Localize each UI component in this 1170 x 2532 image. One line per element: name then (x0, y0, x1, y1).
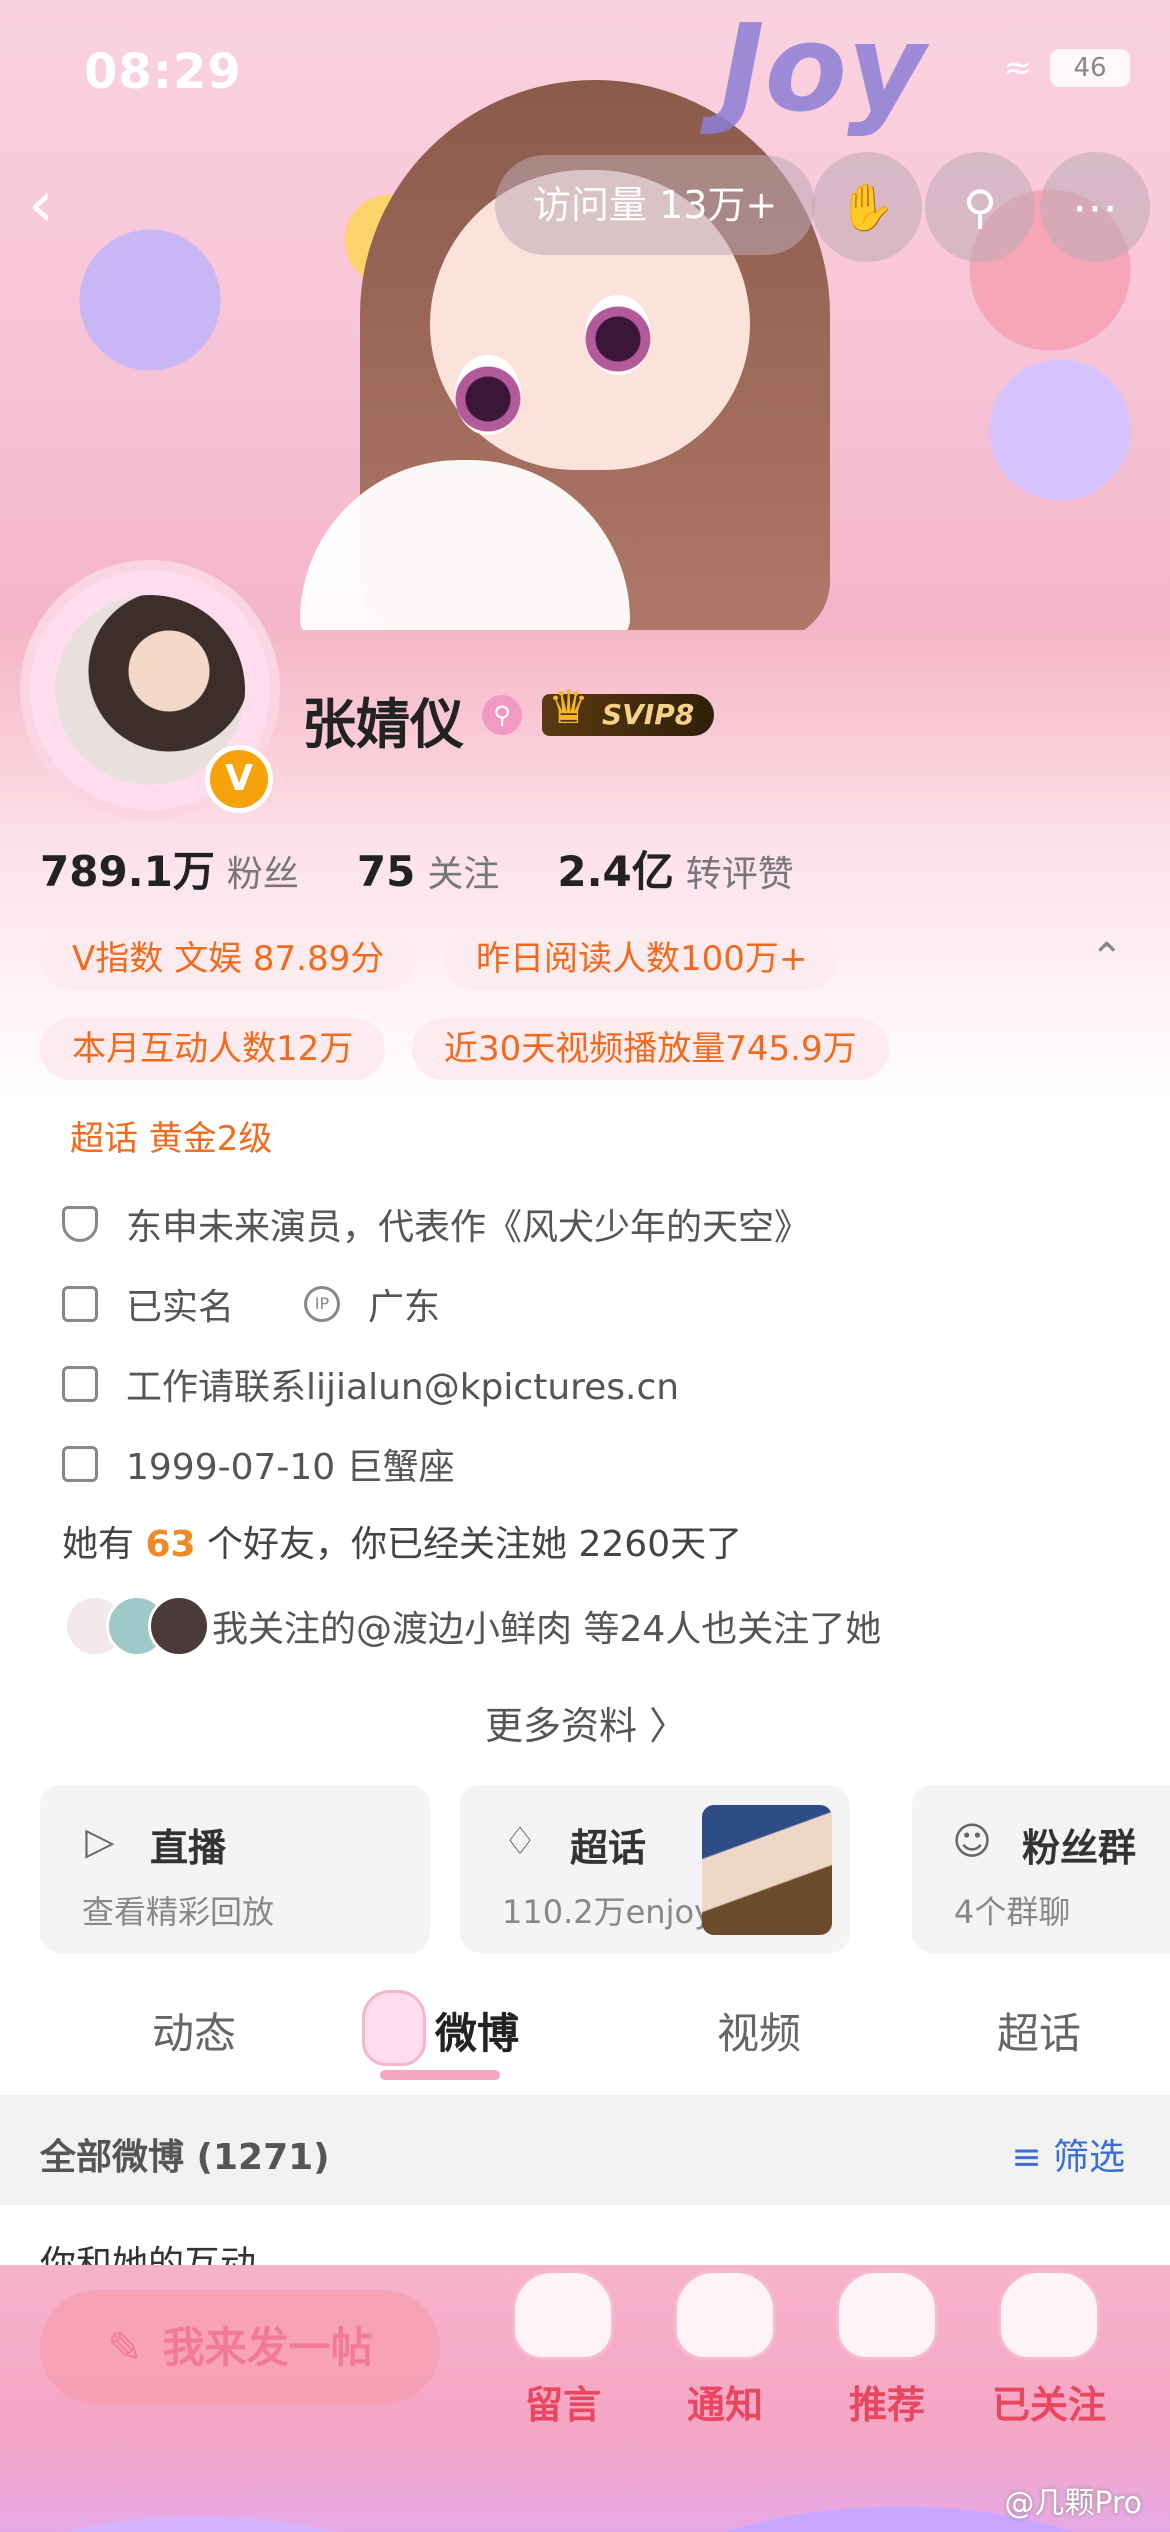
bunny-icon (362, 1990, 426, 2066)
tab-video[interactable]: 视频 (717, 2000, 801, 2061)
gift-button[interactable]: ✋ (812, 152, 922, 262)
calendar-icon (62, 1446, 98, 1482)
wifi-icon: ≈ (1003, 48, 1033, 88)
status-time: 08:29 (84, 44, 242, 100)
bottom-followed-button[interactable]: 已关注 (974, 2270, 1124, 2429)
hand-icon: ✋ (838, 179, 896, 234)
pencil-icon: ✎ (107, 2323, 143, 2372)
supertopic-thumbnail (702, 1805, 832, 1935)
chip-supertopic-level[interactable]: 超话 黄金2级 (40, 1108, 302, 1170)
status-indicators: ≈ 46 (1003, 48, 1130, 88)
tab-weibo[interactable]: 微博 (435, 2000, 519, 2061)
more-info-link[interactable]: 更多资料 〉 (485, 1695, 687, 1750)
chip-video-plays[interactable]: 近30天视频播放量745.9万 (412, 1018, 889, 1080)
collapse-chevron-icon[interactable]: ⌃ (1090, 935, 1124, 981)
notify-bunny-icon (674, 2270, 776, 2360)
search-badge-icon[interactable]: ⚲ (482, 695, 522, 735)
id-card-icon (62, 1286, 98, 1322)
search-icon: ⚲ (963, 180, 997, 234)
bottom-notify-button[interactable]: 通知 (650, 2270, 800, 2429)
filter-button[interactable]: ≡ 筛选 (1011, 2128, 1125, 2180)
battery-indicator: 46 (1050, 49, 1130, 87)
stat-followers[interactable]: 789.1万 粉丝 (40, 838, 299, 899)
cover-eye (455, 355, 521, 435)
post-button[interactable]: ✎ 我来发一帖 (40, 2290, 440, 2405)
more-button[interactable]: ⋯ (1040, 152, 1150, 262)
username: 张婧仪 (302, 693, 464, 756)
bottom-message-button[interactable]: 留言 (488, 2270, 638, 2429)
mutual-followers[interactable]: 我关注的@渡边小鲜肉 等24人也关注了她 (212, 1600, 881, 1652)
tab-underline (380, 2070, 500, 2080)
stat-following[interactable]: 75 关注 (357, 845, 499, 897)
chip-yesterday-readers[interactable]: 昨日阅读人数100万+ (444, 928, 840, 990)
recommend-bunny-icon (836, 2270, 938, 2360)
cover-eye (585, 295, 651, 375)
filter-icon: ≡ (1011, 2137, 1042, 2178)
tab-activity[interactable]: 动态 (152, 2000, 236, 2061)
visits-counter[interactable]: 访问量 13万+ (495, 155, 816, 255)
card-live[interactable]: ▷ 直播 查看精彩回放 (40, 1785, 430, 1953)
info-birthday: 1999-07-10 巨蟹座 (62, 1438, 455, 1490)
stat-engagement[interactable]: 2.4亿 转评赞 (557, 838, 793, 899)
group-icon: ☺ (952, 1819, 992, 1863)
bottom-recommend-button[interactable]: 推荐 (812, 2270, 962, 2429)
watermark: @几颗Pro (1004, 2486, 1142, 2521)
card-fan-group[interactable]: ☺ 粉丝群 4个群聊 (912, 1785, 1170, 1953)
shield-icon (62, 1206, 98, 1242)
stats-row: 789.1万 粉丝 75 关注 2.4亿 转评赞 (40, 838, 794, 899)
verified-badge: V (205, 745, 273, 813)
tab-supertopic[interactable]: 超话 (997, 2000, 1081, 2061)
tv-icon: ▷ (85, 1819, 115, 1863)
followed-bunny-icon (998, 2270, 1100, 2360)
friends-summary[interactable]: 她有 63 个好友，你已经关注她 2260天了 (62, 1515, 742, 1567)
info-contact[interactable]: 工作请联系lijialun@kpictures.cn (62, 1358, 679, 1410)
cover-logo: Joy (720, 0, 926, 139)
document-icon (62, 1366, 98, 1402)
chip-v-index[interactable]: V指数 文娱 87.89分 (40, 928, 417, 990)
chevron-left-icon: ‹ (28, 168, 54, 242)
chip-monthly-interactions[interactable]: 本月互动人数12万 (40, 1018, 386, 1080)
mutual-avatar (148, 1595, 210, 1657)
card-supertopic[interactable]: ♢ 超话 110.2万enjoy (460, 1785, 850, 1953)
info-agency: 东申未来演员，代表作《风犬少年的天空》 (62, 1198, 810, 1250)
diamond-icon: ♢ (502, 1819, 538, 1863)
message-bunny-icon (512, 2270, 614, 2360)
more-icon: ⋯ (1072, 180, 1118, 234)
all-weibo-count: 全部微博 (1271) (40, 2137, 330, 2178)
back-button[interactable]: ‹ (28, 160, 118, 250)
info-identity: 已实名 IP 广东 (62, 1278, 440, 1330)
ip-icon: IP (304, 1286, 341, 1322)
svip-badge[interactable]: SVIP8 (542, 686, 715, 736)
search-button[interactable]: ⚲ (925, 152, 1035, 262)
